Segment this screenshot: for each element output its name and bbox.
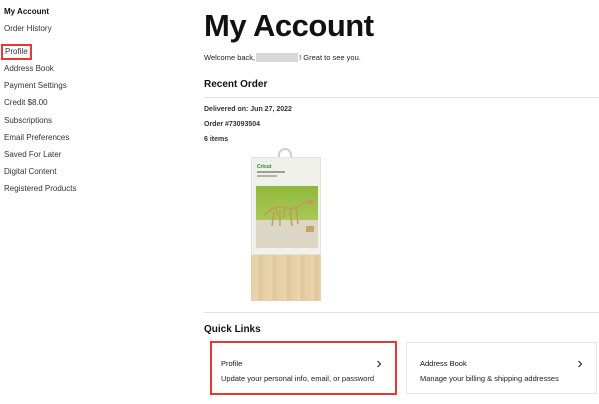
- welcome-message: Welcome back, ! Great to see you.: [204, 53, 361, 62]
- sidebar-item-order-history[interactable]: Order History: [4, 24, 114, 34]
- package-text-line: [257, 175, 277, 177]
- package-photo: [256, 186, 318, 248]
- item-count: 6 items: [204, 136, 229, 143]
- wood-dinosaur-illustration: [256, 199, 318, 248]
- sidebar-item-subscriptions[interactable]: Subscriptions: [4, 116, 114, 126]
- account-sidebar: My Account Order History Profile Address…: [1, 7, 114, 201]
- sidebar-item-registered-products[interactable]: Registered Products: [4, 184, 114, 194]
- quick-link-title: Address Book: [420, 359, 467, 368]
- sidebar-item-digital-content[interactable]: Digital Content: [4, 167, 114, 177]
- divider: [204, 312, 599, 313]
- welcome-prefix: Welcome back,: [204, 53, 256, 62]
- sidebar-item-payment-settings[interactable]: Payment Settings: [4, 81, 114, 91]
- sidebar-item-saved-for-later[interactable]: Saved For Later: [4, 150, 114, 160]
- product-image[interactable]: Cricut: [251, 148, 321, 301]
- main-content: My Account Welcome back, ! Great to see y…: [204, 0, 599, 404]
- quick-links-heading: Quick Links: [204, 324, 261, 335]
- product-package: Cricut: [251, 157, 321, 255]
- quick-link-description: Update your personal info, email, or pas…: [221, 374, 374, 383]
- divider: [204, 97, 599, 98]
- sidebar-item-profile[interactable]: Profile: [1, 44, 32, 61]
- quick-link-profile[interactable]: Profile Update your personal info, email…: [210, 341, 397, 395]
- sidebar-item-credit[interactable]: Credit $8.00: [4, 98, 114, 108]
- chevron-right-icon: [377, 360, 382, 368]
- wood-sheet: [251, 255, 321, 301]
- product-brand-logo: Cricut: [257, 164, 272, 170]
- delivery-date: Delivered on: Jun 27, 2022: [204, 106, 292, 113]
- chevron-right-icon: [578, 360, 583, 368]
- page-title: My Account: [204, 8, 374, 43]
- sidebar-item-address-book[interactable]: Address Book: [4, 64, 114, 74]
- recent-order-heading: Recent Order: [204, 79, 268, 90]
- sidebar-item-email-preferences[interactable]: Email Preferences: [4, 133, 114, 143]
- quick-link-description: Manage your billing & shipping addresses: [420, 374, 559, 383]
- quick-link-address-book[interactable]: Address Book Manage your billing & shipp…: [406, 342, 597, 394]
- welcome-suffix: ! Great to see you.: [299, 53, 361, 62]
- order-number[interactable]: Order #73093504: [204, 121, 260, 128]
- package-text-line: [257, 171, 285, 173]
- account-page: My Account Order History Profile Address…: [0, 0, 599, 404]
- redacted-username: [256, 53, 299, 62]
- quick-link-title: Profile: [221, 359, 243, 368]
- sidebar-item-my-account[interactable]: My Account: [4, 7, 114, 17]
